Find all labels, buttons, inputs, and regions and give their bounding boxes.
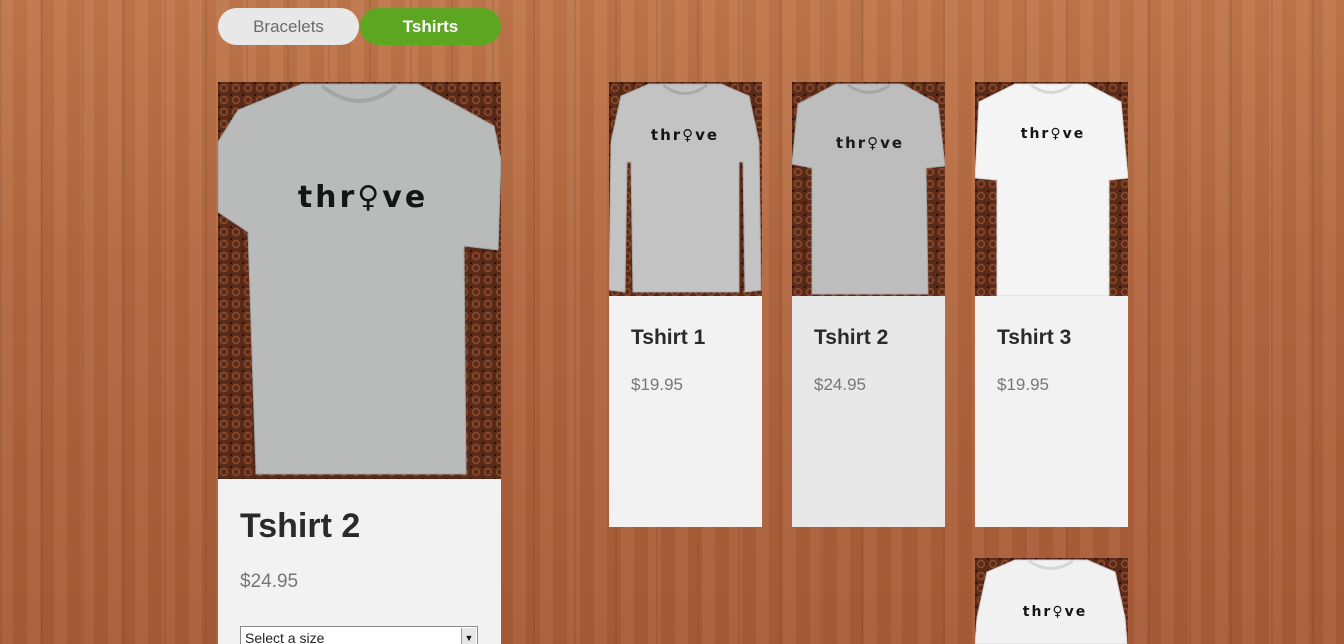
featured-product-title: Tshirt 2 — [240, 507, 361, 545]
product-title: Tshirt 3 — [997, 326, 1072, 349]
product-card-info: Tshirt 3 $19.95 — [975, 296, 1128, 527]
product-image: thr♀ve — [975, 82, 1128, 298]
product-price: $19.95 — [631, 375, 683, 394]
product-image: thr♀ve — [792, 82, 945, 296]
product-price: $24.95 — [814, 375, 866, 394]
dropdown-arrow-icon: ▼ — [461, 628, 476, 644]
product-title: Tshirt 1 — [631, 326, 706, 349]
product-shirt-print: thr♀ve — [651, 126, 719, 144]
tab-bracelets-label: Bracelets — [253, 16, 324, 36]
product-price: $19.95 — [997, 375, 1049, 394]
product-card-info: Tshirt 2 $24.95 — [792, 296, 945, 527]
tab-tshirts[interactable]: Tshirts — [360, 8, 501, 45]
product-image: thr♀ve — [975, 558, 1128, 644]
product-shirt-print: thr♀ve — [1023, 604, 1087, 620]
tab-bracelets[interactable]: Bracelets — [218, 8, 359, 45]
featured-shirt-print: thr♀ve — [298, 180, 428, 215]
featured-product: thr♀ve Tshirt 2 $24.95 Select a size ▼ — [218, 82, 501, 644]
tab-tshirts-label: Tshirts — [402, 16, 459, 36]
product-card-info: Tshirt 1 $19.95 — [609, 296, 762, 527]
size-select-value: Select a size — [245, 630, 325, 644]
featured-product-image: thr♀ve — [218, 82, 501, 479]
product-shirt-print: thr♀ve — [836, 134, 904, 152]
product-title: Tshirt 2 — [814, 326, 889, 349]
product-shirt-print: thr♀ve — [1021, 126, 1085, 142]
featured-product-info: Tshirt 2 $24.95 Select a size ▼ — [218, 479, 501, 644]
size-select[interactable]: Select a size ▼ — [240, 626, 478, 644]
featured-product-price: $24.95 — [240, 571, 299, 592]
product-image: thr♀ve — [609, 82, 762, 296]
product-card-tshirt-4[interactable]: thr♀ve — [975, 558, 1128, 644]
